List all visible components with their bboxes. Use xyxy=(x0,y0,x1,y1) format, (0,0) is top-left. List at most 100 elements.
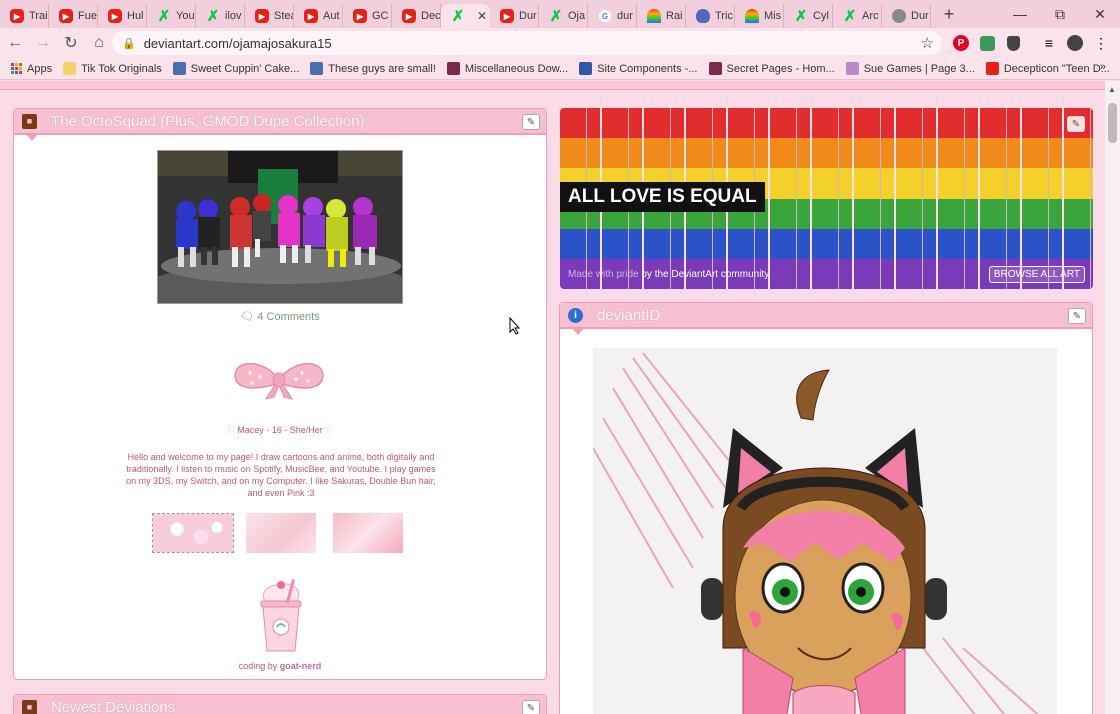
scroll-thumb[interactable] xyxy=(1108,103,1117,143)
edit-pencil-icon[interactable]: ✎ xyxy=(1067,116,1085,132)
comment-bubble-icon: 🗨 xyxy=(240,311,255,323)
tab-label: Oja xyxy=(568,10,586,22)
panel-title: The OctoSquad (Plus, GMOD Dupe Collectio… xyxy=(51,112,365,130)
deviantart-icon: ✗ xyxy=(843,8,857,25)
close-tab-icon[interactable]: ✕ xyxy=(477,9,487,23)
profile-line-text: Macey - 16 - She/Her xyxy=(237,425,323,435)
tab-18[interactable]: Dur xyxy=(882,4,931,28)
youtube-icon: ▶ xyxy=(353,9,367,23)
thumbnail-pink-ribbon[interactable] xyxy=(333,513,403,553)
tab-8[interactable]: ▶ Dec xyxy=(392,4,441,28)
bookmark-item[interactable]: These guys are small! xyxy=(310,62,436,75)
tab-6[interactable]: ▶ Aut xyxy=(294,4,343,28)
apps-shortcut[interactable]: Apps xyxy=(11,63,52,75)
scroll-up-icon[interactable]: ▲ xyxy=(1108,85,1116,94)
tab-15[interactable]: Mis xyxy=(735,4,784,28)
browse-all-art-button[interactable]: BROWSE ALL ART xyxy=(988,266,1085,283)
url-text: deviantart.com/ojamajosakura15 xyxy=(143,35,332,51)
address-bar[interactable]: 🔒 deviantart.com/ojamajosakura15 ☆ xyxy=(112,31,942,55)
pinterest-icon[interactable]: P xyxy=(950,31,972,55)
newest-panel-title: Newest Deviations xyxy=(51,698,176,714)
tab-4[interactable]: ✗ ilov xyxy=(196,4,245,28)
tab-3[interactable]: ✗ You xyxy=(147,4,196,28)
page-scrollbar[interactable]: ▲ xyxy=(1105,81,1120,714)
tab-10[interactable]: ▶ Dur xyxy=(490,4,539,28)
gallery-folder-icon: ■ xyxy=(22,699,37,714)
more-bookmarks-icon[interactable]: » xyxy=(1100,61,1106,73)
restore-icon[interactable]: ⧉ xyxy=(1040,0,1080,28)
apps-grid-icon xyxy=(11,63,22,74)
edit-pencil-icon[interactable]: ✎ xyxy=(1068,308,1086,324)
menu-kebab-icon[interactable]: ⋮ xyxy=(1090,31,1112,55)
tab-11[interactable]: ✗ Oja xyxy=(539,4,588,28)
thumbnail-pink-hands[interactable] xyxy=(246,513,316,553)
bookmark-label: Decepticon "Teen D... xyxy=(1003,62,1110,75)
tab-0[interactable]: ▶ Trai xyxy=(0,4,49,28)
youtube-icon: ▶ xyxy=(255,9,269,23)
banner-headline: ALL LOVE IS EQUAL xyxy=(560,182,765,212)
globe-icon xyxy=(892,9,906,23)
bookmark-item[interactable]: Decepticon "Teen D... xyxy=(985,62,1110,75)
shield-extension-icon[interactable] xyxy=(1002,31,1024,55)
tab-strip: ▶Trai▶Fue▶Hul✗You✗ilov▶Stea▶Aut▶GC▶Dec✗✕… xyxy=(0,0,1120,28)
bookmark-item[interactable]: Sweet Cuppin' Cake... xyxy=(172,62,299,75)
rainbow-icon xyxy=(745,9,759,23)
thumbnail-pearls[interactable] xyxy=(152,513,234,553)
tab-5[interactable]: ▶ Stea xyxy=(245,4,294,28)
tab-9[interactable]: ✗ ✕ xyxy=(441,4,490,28)
edit-pencil-icon[interactable]: ✎ xyxy=(522,114,540,130)
reading-list-icon[interactable]: ≡ xyxy=(1038,31,1060,55)
tab-label: Dur xyxy=(911,10,929,22)
community-text: by the DeviantArt community xyxy=(641,269,770,280)
new-tab-icon[interactable]: + xyxy=(937,2,961,26)
tab-1[interactable]: ▶ Fue xyxy=(49,4,98,28)
bookmark-item[interactable]: Miscellaneous Dow... xyxy=(446,62,568,75)
bookmark-label: Site Components -... xyxy=(597,62,698,75)
forward-arrow-icon[interactable]: → xyxy=(30,30,56,56)
tab-label: Rai xyxy=(666,10,683,22)
rainbow-stripe xyxy=(560,138,1093,169)
bookmark-star-icon[interactable]: ☆ xyxy=(921,34,934,52)
bookmark-item[interactable]: Sue Games | Page 3... xyxy=(845,62,975,75)
youtube-icon: ▶ xyxy=(402,9,416,23)
tab-7[interactable]: ▶ GC xyxy=(343,4,392,28)
comments-link[interactable]: 🗨 4 Comments xyxy=(14,310,546,323)
bookmark-item[interactable]: Site Components -... xyxy=(579,62,698,75)
mouse-cursor-icon xyxy=(509,316,521,340)
edit-pencil-icon[interactable]: ✎ xyxy=(522,700,540,714)
deviantid-drawing[interactable] xyxy=(593,348,1057,714)
profile-line: ♡ Macey - 16 - She/Her ♡ xyxy=(14,425,546,436)
tab-13[interactable]: Rai xyxy=(637,4,686,28)
header-pointer xyxy=(26,134,38,141)
tab-label: ilov xyxy=(225,10,242,22)
tab-label: Hul xyxy=(127,10,144,22)
tab-2[interactable]: ▶ Hul xyxy=(98,4,147,28)
close-window-icon[interactable]: ✕ xyxy=(1080,0,1120,28)
reload-icon[interactable]: ↻ xyxy=(58,30,84,56)
octosquad-panel: ■ The OctoSquad (Plus, GMOD Dupe Collect… xyxy=(13,108,547,680)
bookmark-item[interactable]: Tik Tok Originals xyxy=(63,62,162,75)
tab-label: Dec xyxy=(421,10,441,22)
tab-17[interactable]: ✗ Arc xyxy=(833,4,882,28)
bookmarks-bar: Apps Tik Tok Originals Sweet Cuppin' Cake… xyxy=(0,58,1120,80)
back-arrow-icon[interactable]: ← xyxy=(2,30,28,56)
profile-avatar-icon[interactable] xyxy=(1064,31,1086,55)
tab-12[interactable]: Gdur xyxy=(588,4,637,28)
extension-badge-icon[interactable] xyxy=(976,31,998,55)
rainbow-icon xyxy=(647,9,661,23)
bookmark-favicon-icon xyxy=(985,62,999,75)
rainbow-stripe xyxy=(560,228,1093,259)
deviantid-title: deviantID xyxy=(597,306,661,324)
pride-banner[interactable]: ALL LOVE IS EQUAL Made with pride by the… xyxy=(560,108,1093,289)
featured-deviation-image[interactable] xyxy=(157,150,403,304)
tab-label: Aut xyxy=(323,10,340,22)
page-content: ■ The OctoSquad (Plus, GMOD Dupe Collect… xyxy=(0,81,1105,714)
bookmark-item[interactable]: Secret Pages - Hom... xyxy=(708,62,835,75)
coding-author-link[interactable]: goat-nerd xyxy=(280,661,322,671)
apps-label: Apps xyxy=(27,62,53,75)
tab-14[interactable]: Tric xyxy=(686,4,735,28)
home-icon[interactable]: ⌂ xyxy=(86,30,112,56)
tab-16[interactable]: ✗ Cyl xyxy=(784,4,833,28)
bookmark-favicon-icon xyxy=(172,62,186,75)
minimize-icon[interactable]: — xyxy=(1000,0,1040,28)
